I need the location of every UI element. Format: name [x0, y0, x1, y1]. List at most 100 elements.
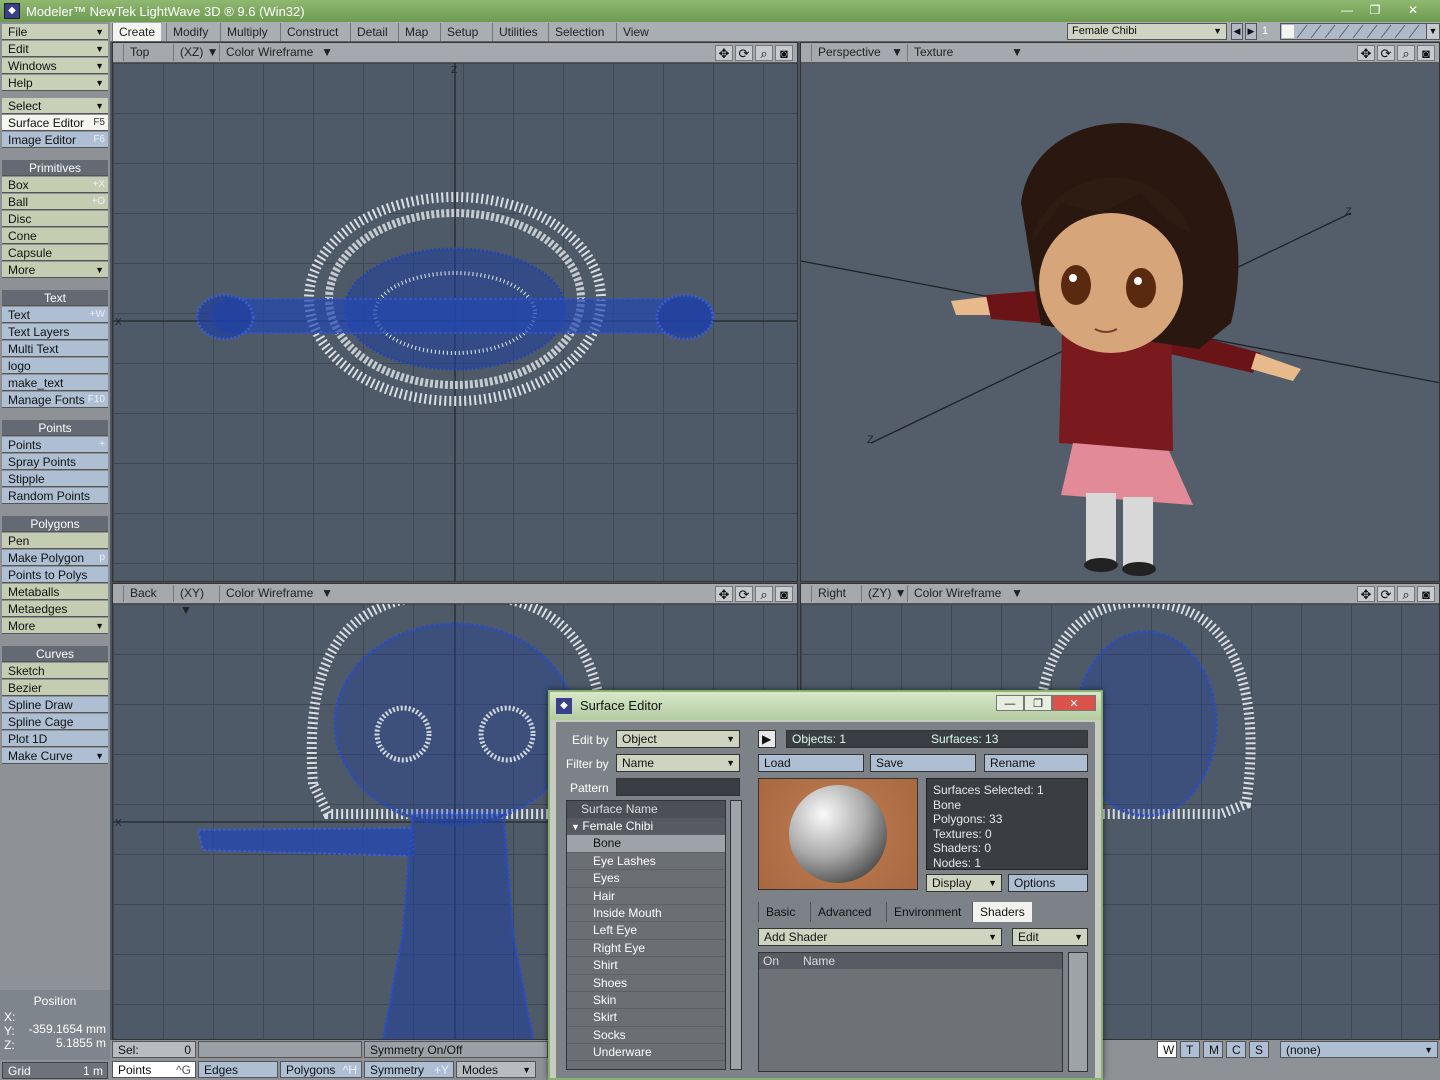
tab-multiply[interactable]: Multiply: [220, 23, 274, 41]
manage-fonts-tool[interactable]: Manage Fonts F10: [2, 392, 108, 408]
tab-environment[interactable]: Environment: [886, 902, 968, 922]
cmap-button[interactable]: C: [1226, 1041, 1246, 1058]
edit-by-dropdown[interactable]: Object ▼: [616, 730, 740, 748]
tab-detail[interactable]: Detail: [350, 23, 394, 41]
text-tool[interactable]: Text +W: [2, 307, 108, 323]
viewport-back-view-dropdown[interactable]: Back: [123, 585, 173, 602]
surface-item[interactable]: Eye Lashes: [567, 853, 725, 871]
viewport-perspective-mode-dropdown[interactable]: Texture ▼: [907, 44, 1029, 61]
help-menu[interactable]: Help ▼: [2, 75, 108, 91]
viewport-top-view-dropdown[interactable]: Top: [123, 44, 173, 61]
display-dropdown[interactable]: Display ▼: [926, 874, 1002, 892]
zoom-view-icon[interactable]: ⌕: [1397, 45, 1415, 61]
make-curve-menu[interactable]: Make Curve ▼: [2, 748, 108, 764]
viewport-right-view-dropdown[interactable]: Right: [811, 585, 861, 602]
polygons-more-menu[interactable]: More ▼: [2, 618, 108, 634]
make-polygon-tool[interactable]: Make Polygon p: [2, 550, 108, 566]
expand-info-button[interactable]: ▶: [758, 730, 776, 748]
rename-button[interactable]: Rename: [984, 754, 1088, 772]
shader-list-scrollbar[interactable]: [1068, 952, 1088, 1072]
image-editor-button[interactable]: Image Editor F6: [2, 132, 108, 148]
surface-item[interactable]: Skirt: [567, 1009, 725, 1027]
viewport-perspective-canvas[interactable]: Z Z: [801, 63, 1439, 581]
tab-advanced[interactable]: Advanced: [810, 902, 878, 922]
tmap-button[interactable]: T: [1180, 1041, 1200, 1058]
capsule-tool[interactable]: Capsule: [2, 245, 108, 261]
modes-dropdown[interactable]: Modes ▼: [456, 1061, 536, 1078]
file-menu[interactable]: File ▼: [2, 24, 108, 40]
wmap-button[interactable]: W: [1157, 1041, 1177, 1058]
prev-object-arrow[interactable]: ◀: [1231, 23, 1243, 40]
edges-mode-button[interactable]: Edges: [198, 1061, 278, 1078]
pattern-input[interactable]: [616, 778, 740, 796]
zoom-view-icon[interactable]: ⌕: [1397, 586, 1415, 602]
close-button[interactable]: ✕: [1400, 2, 1426, 18]
move-view-icon[interactable]: ✥: [715, 45, 733, 61]
load-button[interactable]: Load: [758, 754, 864, 772]
stipple-tool[interactable]: Stipple: [2, 471, 108, 487]
tab-shaders[interactable]: Shaders: [972, 902, 1032, 922]
tab-create[interactable]: Create: [112, 23, 162, 41]
viewport-back-axis-dropdown[interactable]: (XY) ▼: [173, 585, 219, 617]
viewport-back-mode-dropdown[interactable]: Color Wireframe ▼: [219, 585, 339, 602]
spray-points-tool[interactable]: Spray Points: [2, 454, 108, 470]
spline-cage-tool[interactable]: Spline Cage: [2, 714, 108, 730]
disc-tool[interactable]: Disc: [2, 211, 108, 227]
move-view-icon[interactable]: ✥: [1357, 45, 1375, 61]
tab-map[interactable]: Map: [398, 23, 434, 41]
dialog-close-button[interactable]: ✕: [1052, 695, 1096, 711]
layer-buttons[interactable]: [1280, 23, 1430, 40]
surface-list-scrollbar[interactable]: [730, 800, 742, 1070]
make-text-tool[interactable]: make_text: [2, 375, 108, 391]
metaedges-tool[interactable]: Metaedges: [2, 601, 108, 617]
surface-item[interactable]: Shoes: [567, 975, 725, 992]
surface-item[interactable]: Right Eye: [567, 940, 725, 958]
points-mode-button[interactable]: Points ^G: [112, 1061, 196, 1078]
surface-item[interactable]: Hair: [567, 888, 725, 905]
viewport-right-axis-dropdown[interactable]: (ZY) ▼: [861, 585, 907, 602]
minimize-button[interactable]: —: [1334, 2, 1360, 18]
logo-tool[interactable]: logo: [2, 358, 108, 374]
options-button[interactable]: Options: [1008, 874, 1088, 892]
rotate-view-icon[interactable]: ⟳: [735, 586, 753, 602]
tab-view[interactable]: View: [616, 23, 655, 41]
surface-editor-button[interactable]: Surface Editor F5: [2, 115, 108, 131]
tab-selection[interactable]: Selection: [548, 23, 610, 41]
maximize-view-icon[interactable]: ◙: [1417, 586, 1435, 602]
spline-draw-tool[interactable]: Spline Draw: [2, 697, 108, 713]
box-tool[interactable]: Box +X: [2, 177, 108, 193]
surface-item[interactable]: Socks: [567, 1027, 725, 1045]
edit-dropdown[interactable]: Edit ▼: [1012, 928, 1088, 946]
rotate-view-icon[interactable]: ⟳: [1377, 45, 1395, 61]
surface-item[interactable]: Skin: [567, 992, 725, 1010]
tab-basic[interactable]: Basic: [758, 902, 802, 922]
move-view-icon[interactable]: ✥: [1357, 586, 1375, 602]
tab-construct[interactable]: Construct: [280, 23, 344, 41]
sketch-tool[interactable]: Sketch: [2, 663, 108, 679]
add-shader-dropdown[interactable]: Add Shader ▼: [758, 928, 1002, 946]
symmetry-button[interactable]: Symmetry +Y: [364, 1061, 454, 1078]
layers-dropdown-arrow[interactable]: ▼: [1426, 23, 1440, 40]
surface-group-female-chibi[interactable]: ▼ Female Chibi: [567, 818, 725, 836]
maximize-view-icon[interactable]: ◙: [775, 586, 793, 602]
rotate-view-icon[interactable]: ⟳: [735, 45, 753, 61]
tab-utilities[interactable]: Utilities: [492, 23, 544, 41]
save-button[interactable]: Save: [870, 754, 976, 772]
ball-tool[interactable]: Ball +O: [2, 194, 108, 210]
select-menu[interactable]: Select ▼: [2, 98, 108, 114]
tab-modify[interactable]: Modify: [166, 23, 214, 41]
primitives-more-menu[interactable]: More ▼: [2, 262, 108, 278]
viewport-perspective[interactable]: Perspective ▼ Texture ▼ ✥ ⟳ ⌕ ◙ Z Z: [800, 42, 1440, 582]
random-points-tool[interactable]: Random Points: [2, 488, 108, 504]
viewport-top[interactable]: Top (XZ) ▼ Color Wireframe ▼ ✥ ⟳ ⌕ ◙ Z X: [112, 42, 798, 582]
viewport-top-axis-dropdown[interactable]: (XZ) ▼: [173, 44, 219, 61]
points-tool[interactable]: Points +: [2, 437, 108, 453]
viewport-perspective-view-dropdown[interactable]: Perspective ▼: [811, 44, 907, 61]
windows-menu[interactable]: Windows ▼: [2, 58, 108, 74]
maximize-view-icon[interactable]: ◙: [775, 45, 793, 61]
smap-button[interactable]: S: [1249, 1041, 1269, 1058]
multi-text-tool[interactable]: Multi Text: [2, 341, 108, 357]
polygons-mode-button[interactable]: Polygons ^H: [280, 1061, 362, 1078]
points-to-polys-tool[interactable]: Points to Polys: [2, 567, 108, 583]
mmap-button[interactable]: M: [1203, 1041, 1223, 1058]
